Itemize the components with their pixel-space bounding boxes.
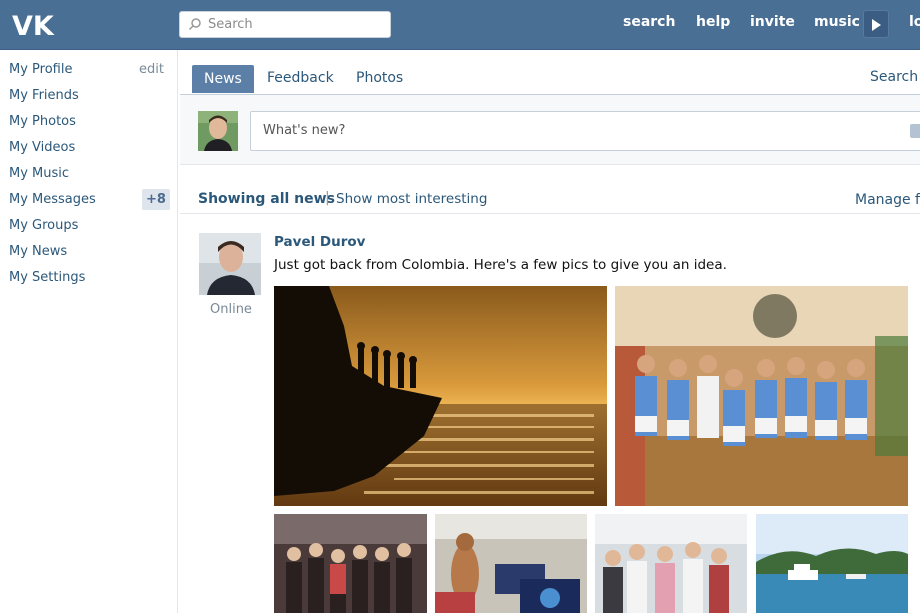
- svg-text:VK: VK: [12, 11, 55, 41]
- post-photo-bay[interactable]: [756, 514, 908, 613]
- vk-logo[interactable]: VK: [10, 9, 60, 41]
- online-status: Online: [210, 302, 252, 317]
- post-photo-yacht-deck[interactable]: [435, 514, 587, 613]
- news-tabs: News Feedback Photos: [180, 50, 920, 95]
- nav-help[interactable]: help: [696, 14, 730, 34]
- sidebar-item-news[interactable]: My News: [9, 244, 67, 259]
- sidebar-item-profile[interactable]: My Profile: [9, 62, 72, 77]
- edit-profile-link[interactable]: edit: [139, 62, 164, 77]
- tab-news[interactable]: News: [192, 65, 254, 93]
- nav-search[interactable]: search: [623, 14, 675, 34]
- sidebar-item-videos[interactable]: My Videos: [9, 140, 75, 155]
- post-author-name[interactable]: Pavel Durov: [274, 234, 365, 250]
- top-bar: VK search help invite music lo: [0, 0, 920, 50]
- post-text: Just got back from Colombia. Here's a fe…: [274, 257, 727, 273]
- tab-photos[interactable]: Photos: [356, 64, 403, 92]
- sidebar-item-groups[interactable]: My Groups: [9, 218, 78, 233]
- messages-count-badge[interactable]: +8: [142, 189, 170, 210]
- nav-logout[interactable]: lo: [909, 14, 920, 30]
- post-photo-sunset-ship[interactable]: [274, 286, 607, 506]
- sidebar-item-music[interactable]: My Music: [9, 166, 69, 181]
- filter-separator: |: [325, 190, 330, 206]
- play-icon: [872, 19, 881, 31]
- sidebar-item-photos[interactable]: My Photos: [9, 114, 76, 129]
- filter-all-news[interactable]: Showing all news: [198, 191, 335, 207]
- header-search[interactable]: [179, 11, 391, 38]
- tab-search-news[interactable]: Search n: [870, 69, 920, 85]
- sidebar-item-messages[interactable]: My Messages: [9, 192, 96, 207]
- tab-feedback[interactable]: Feedback: [267, 64, 334, 92]
- author-avatar[interactable]: [199, 233, 261, 295]
- filter-most-interesting[interactable]: Show most interesting: [336, 191, 487, 207]
- sidebar-item-friends[interactable]: My Friends: [9, 88, 79, 103]
- current-user-avatar[interactable]: [198, 111, 238, 151]
- manage-filters-link[interactable]: Manage filt: [855, 192, 920, 208]
- search-icon: [188, 18, 201, 31]
- post-photo-group-girls[interactable]: [615, 286, 908, 506]
- nav-music[interactable]: music: [814, 14, 860, 34]
- sidebar-item-settings[interactable]: My Settings: [9, 270, 85, 285]
- search-input[interactable]: [208, 12, 383, 37]
- whats-new-input[interactable]: What's new?: [250, 111, 920, 151]
- attach-photo-icon[interactable]: [910, 124, 920, 138]
- nav-invite[interactable]: invite: [750, 14, 795, 34]
- left-sidebar: My Profile edit My Friends My Photos My …: [0, 50, 178, 613]
- music-play-button[interactable]: [863, 10, 889, 38]
- post-photo-party[interactable]: [274, 514, 427, 613]
- post-photo-boat-friends[interactable]: [595, 514, 747, 613]
